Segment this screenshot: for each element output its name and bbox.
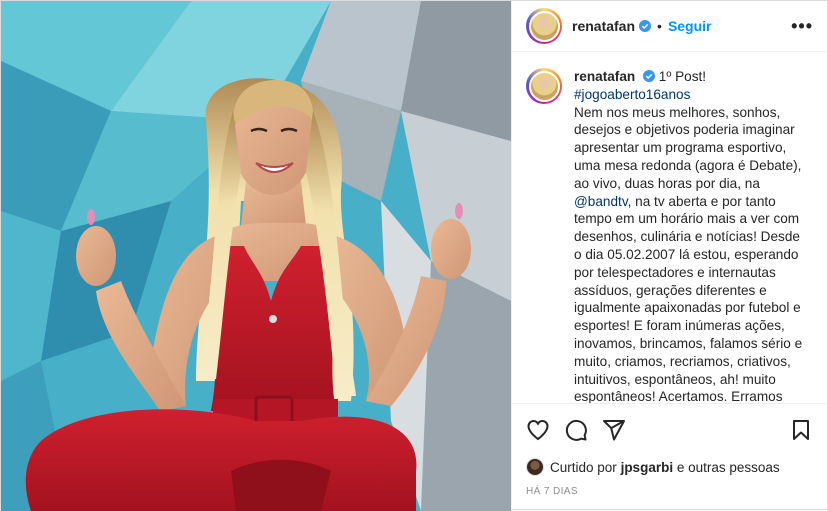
liker-avatar[interactable] <box>526 458 544 476</box>
action-bar <box>512 403 827 456</box>
caption-body-2: , na tv aberta e por tanto tempo em um h… <box>574 193 803 403</box>
more-options-icon[interactable]: ••• <box>791 16 813 37</box>
post-header: renatafan • Seguir ••• <box>512 1 827 52</box>
caption-username[interactable]: renatafan <box>574 69 635 84</box>
caption-body-1: Nem nos meus melhores, sonhos, desejos e… <box>574 104 802 191</box>
avatar[interactable] <box>526 8 562 44</box>
likes-prefix: Curtido por <box>550 459 617 475</box>
verified-badge-icon <box>639 20 652 32</box>
post-photo-image <box>1 1 511 511</box>
separator-dot: • <box>657 18 662 34</box>
follow-button[interactable]: Seguir <box>668 18 712 34</box>
caption-hashtag[interactable]: #jogoaberto16anos <box>574 87 690 102</box>
caption-verified-badge-icon <box>642 70 655 82</box>
caption-text: renatafan 1º Post! #jogoaberto16anos Nem… <box>574 68 810 403</box>
header-username[interactable]: renatafan <box>572 18 635 34</box>
share-icon[interactable] <box>602 418 626 442</box>
comment-icon[interactable] <box>564 418 588 442</box>
post-sidebar: renatafan • Seguir ••• renatafan 1º Post… <box>511 1 827 509</box>
post-timestamp[interactable]: HÁ 7 DIAS <box>512 478 827 509</box>
caption-area: renatafan 1º Post! #jogoaberto16anos Nem… <box>512 52 827 403</box>
caption-mention[interactable]: @bandtv <box>574 194 628 209</box>
bookmark-icon[interactable] <box>789 418 813 442</box>
post-photo[interactable] <box>1 1 511 511</box>
caption-first-line: 1º Post! <box>658 69 707 84</box>
avatar-image <box>528 10 560 42</box>
likes-summary: Curtido por jpsgarbi e outras pessoas <box>512 456 827 478</box>
instagram-post: renatafan • Seguir ••• renatafan 1º Post… <box>0 0 828 511</box>
likes-user[interactable]: jpsgarbi <box>621 460 674 475</box>
caption-avatar[interactable] <box>526 68 562 104</box>
heart-icon[interactable] <box>526 418 550 442</box>
caption-avatar-image <box>528 70 560 102</box>
likes-suffix[interactable]: e outras pessoas <box>677 460 780 475</box>
